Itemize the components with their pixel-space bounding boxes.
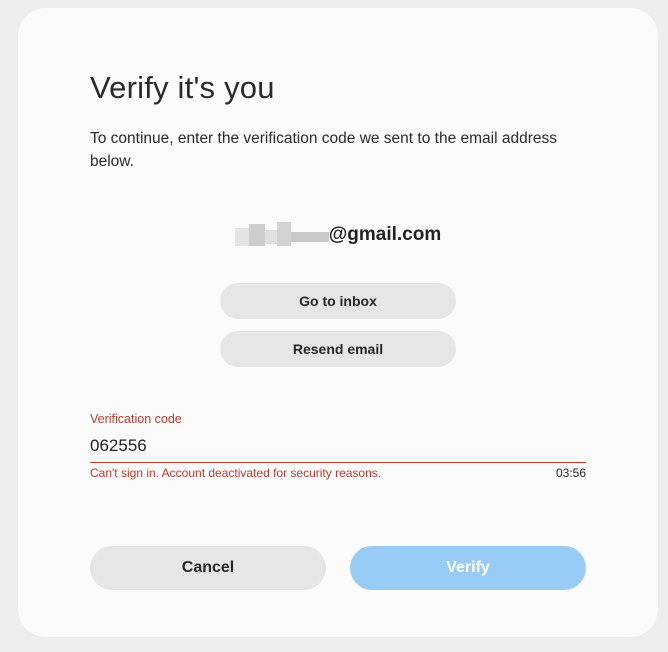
verification-code-input[interactable] (90, 430, 586, 463)
instructions-text: To continue, enter the verification code… (90, 130, 557, 170)
go-to-inbox-button[interactable]: Go to inbox (220, 283, 456, 319)
redacted-email-username (234, 220, 329, 250)
verify-button[interactable]: Verify (350, 546, 586, 590)
resend-email-button[interactable]: Resend email (220, 331, 456, 367)
page-title: Verify it's you (90, 70, 275, 105)
cancel-button[interactable]: Cancel (90, 546, 326, 590)
email-address: @gmail.com (18, 220, 658, 250)
email-domain: @gmail.com (328, 224, 442, 245)
error-message: Can't sign in. Account deactivated for s… (90, 466, 382, 480)
verify-dialog: Verify it's you To continue, enter the v… (18, 8, 658, 637)
verification-code-label: Verification code (90, 412, 182, 426)
countdown-timer: 03:56 (555, 466, 586, 480)
